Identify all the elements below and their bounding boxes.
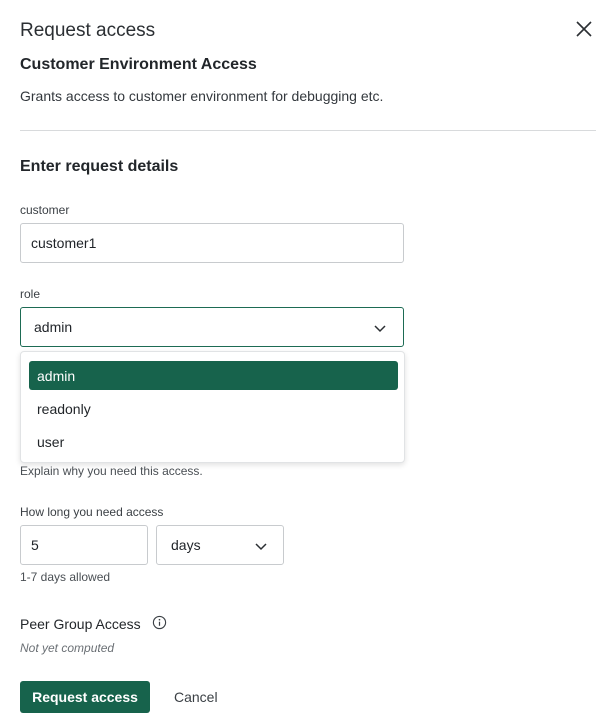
reason-hint: Explain why you need this access. [20,464,203,478]
customer-input[interactable]: customer1 [20,223,404,263]
role-value: admin [34,319,73,335]
request-access-button[interactable]: Request access [20,681,150,713]
access-description: Grants access to customer environment fo… [20,88,384,104]
divider [20,130,596,131]
role-option-admin[interactable]: admin [29,361,398,390]
access-name: Customer Environment Access [20,56,257,73]
chevron-down-icon [374,325,386,333]
cancel-button[interactable]: Cancel [174,689,218,705]
duration-label: How long you need access [20,505,164,519]
role-select[interactable]: admin [20,307,404,347]
role-option-readonly[interactable]: readonly [29,394,398,423]
role-label: role [20,287,41,301]
chevron-down-icon [255,543,267,551]
customer-label: customer [20,203,70,217]
role-option-user[interactable]: user [29,427,398,456]
info-icon[interactable] [152,615,167,630]
peer-group-label: Peer Group Access [20,616,141,632]
close-icon[interactable] [574,19,594,39]
customer-value: customer1 [31,235,97,251]
duration-input[interactable]: 5 [20,525,148,565]
dialog-title: Request access [20,20,156,41]
duration-value: 5 [31,537,39,553]
peer-group-status: Not yet computed [20,641,115,655]
duration-unit-value: days [171,537,201,553]
role-options-menu: admin readonly user [20,351,405,463]
duration-unit-select[interactable]: days [156,525,284,565]
duration-hint: 1-7 days allowed [20,570,111,584]
section-title: Enter request details [20,158,179,175]
